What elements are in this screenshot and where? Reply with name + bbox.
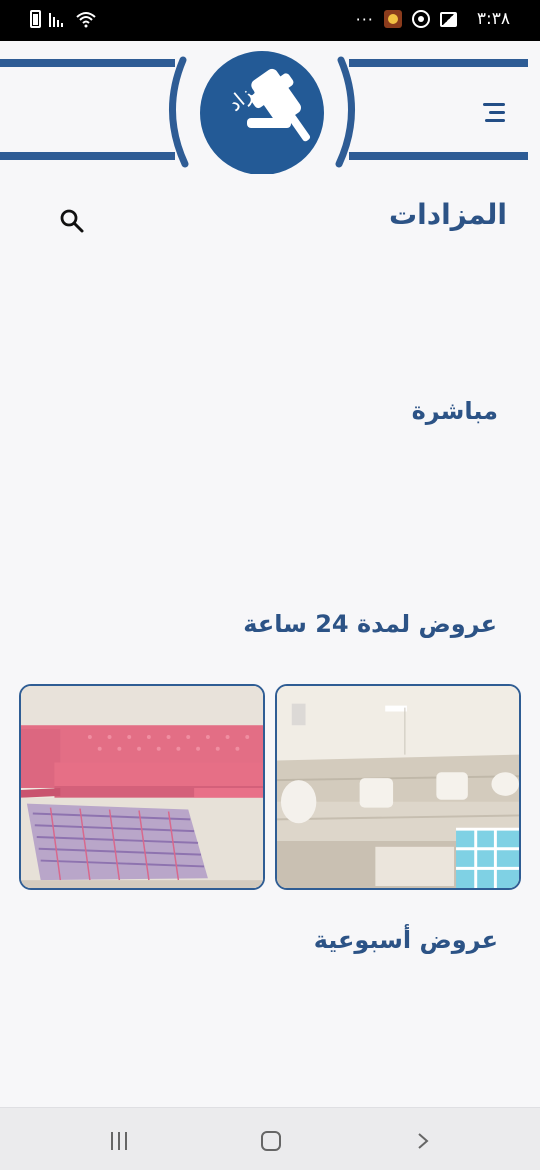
offer-card-beige-sofa[interactable]: [275, 684, 521, 890]
recent-apps-icon[interactable]: [111, 1132, 131, 1150]
back-icon[interactable]: [414, 1132, 432, 1150]
band-line: [0, 152, 175, 160]
gavel-logo-icon: مزاد: [169, 51, 355, 175]
gallery-icon: [439, 11, 457, 27]
pink-sofa-image: [21, 686, 263, 888]
whatsapp-icon: [411, 10, 430, 28]
search-icon[interactable]: [58, 207, 86, 235]
band-line: [349, 59, 528, 67]
section-weekly-title: عروض أسبوعية: [313, 926, 498, 954]
page-title: المزادات: [388, 198, 507, 231]
wifi-icon: [76, 12, 96, 28]
logo[interactable]: مزاد: [165, 50, 359, 175]
section-24h-title: عروض لمدة 24 ساعة: [243, 610, 497, 638]
signal-icon: [49, 11, 67, 27]
system-nav-bar: [0, 1107, 540, 1170]
band-line: [349, 152, 528, 160]
band-line: [0, 59, 175, 67]
section-live-title: مباشرة: [411, 397, 498, 425]
status-left: [30, 10, 97, 28]
more-notifications: ···: [355, 9, 374, 29]
offer-card-pink-sofa[interactable]: [19, 684, 265, 890]
home-icon[interactable]: [261, 1131, 281, 1151]
app-notification-icon: [383, 10, 402, 28]
status-right: ··· ٣:٣٨: [356, 9, 510, 29]
menu-icon[interactable]: [481, 103, 505, 125]
beige-sofa-image: [277, 686, 519, 888]
clock: ٣:٣٨: [476, 9, 510, 29]
status-bar: ··· ٣:٣٨: [0, 0, 540, 41]
battery-icon: [30, 10, 41, 28]
